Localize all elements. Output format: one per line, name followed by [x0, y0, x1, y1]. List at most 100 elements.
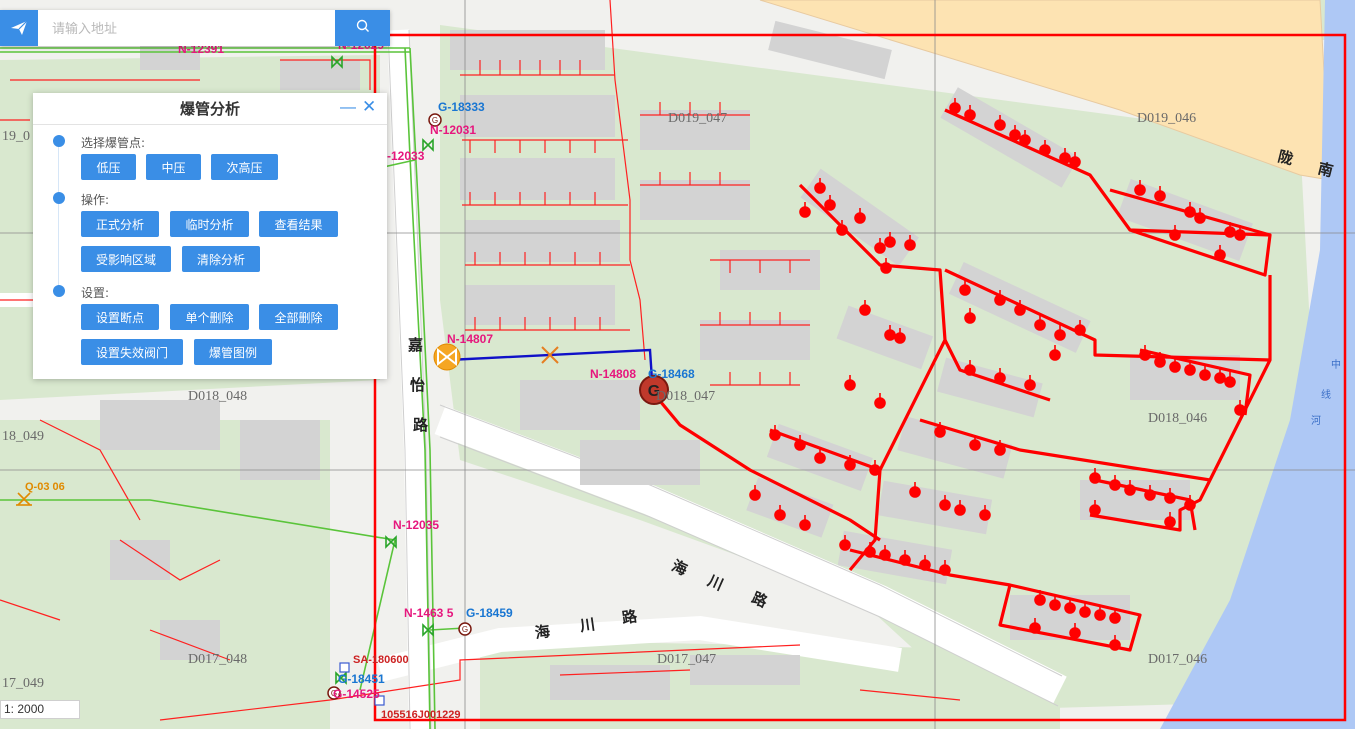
affected-point-icon	[1094, 609, 1106, 621]
affected-point-icon	[1144, 489, 1156, 501]
step-dot-icon	[53, 135, 65, 147]
set-breakpoint-button[interactable]: 设置断点	[81, 304, 159, 330]
affected-point-icon	[1214, 372, 1226, 384]
affected-point-icon	[964, 312, 976, 324]
affected-point-icon	[774, 509, 786, 521]
affected-point-icon	[1184, 206, 1196, 218]
feature-label: 105516J001229	[381, 709, 461, 721]
affected-point-icon	[1184, 499, 1196, 511]
affected-point-icon	[814, 452, 826, 464]
affected-point-icon	[994, 294, 1006, 306]
affected-point-icon	[939, 564, 951, 576]
affected-point-icon	[964, 364, 976, 376]
affected-point-icon	[919, 559, 931, 571]
close-icon[interactable]: ✕	[362, 98, 376, 115]
affected-point-icon	[794, 439, 806, 451]
affected-point-icon	[1164, 492, 1176, 504]
affected-point-icon	[1154, 190, 1166, 202]
search-bar	[0, 10, 390, 46]
closed-valve-icon[interactable]	[433, 343, 461, 371]
affected-point-icon	[844, 379, 856, 391]
feature-label: N-14807	[447, 332, 493, 346]
affected-point-icon	[859, 304, 871, 316]
set-invalid-valve-button[interactable]: 设置失效阀门	[81, 339, 183, 365]
search-button[interactable]	[335, 10, 390, 46]
paper-plane-logo-icon[interactable]	[0, 10, 38, 46]
affected-point-icon	[899, 554, 911, 566]
road-label: 川	[578, 615, 596, 635]
temp-analysis-button[interactable]: 临时分析	[170, 211, 249, 237]
affected-point-icon	[1154, 356, 1166, 368]
affected-point-icon	[1049, 599, 1061, 611]
affected-point-icon	[1034, 594, 1046, 606]
affected-point-icon	[1029, 622, 1041, 634]
affected-point-icon	[949, 102, 961, 114]
step-dot-icon	[53, 285, 65, 297]
affected-point-icon	[1079, 606, 1091, 618]
affected-point-icon	[939, 499, 951, 511]
affected-area-button[interactable]: 受影响区域	[81, 246, 171, 272]
sheet-label: D019_046	[1137, 111, 1196, 126]
feature-label: Q-03 06	[25, 481, 65, 493]
feature-label: N-1463 5	[404, 606, 454, 620]
sheet-label: 18_049	[2, 429, 44, 444]
affected-point-icon	[959, 284, 971, 296]
view-result-button[interactable]: 查看结果	[259, 211, 338, 237]
formal-analysis-button[interactable]: 正式分析	[81, 211, 159, 237]
affected-point-icon	[904, 239, 916, 251]
section-label-select: 选择爆管点:	[81, 136, 146, 150]
affected-point-icon	[1124, 484, 1136, 496]
affected-point-icon	[1184, 364, 1196, 376]
affected-point-icon	[836, 224, 848, 236]
affected-point-icon	[874, 397, 886, 409]
scale-indicator: 1: 2000	[0, 700, 80, 719]
affected-point-icon	[814, 182, 826, 194]
affected-point-icon	[839, 539, 851, 551]
affected-point-icon	[909, 486, 921, 498]
sheet-label: D018_048	[188, 389, 247, 404]
feature-label: G-18459	[466, 606, 513, 620]
affected-point-icon	[1199, 369, 1211, 381]
affected-point-icon	[1064, 602, 1076, 614]
affected-point-icon	[824, 199, 836, 211]
delete-single-button[interactable]: 单个删除	[170, 304, 249, 330]
burst-legend-button[interactable]: 爆管图例	[194, 339, 272, 365]
clear-analysis-button[interactable]: 清除分析	[182, 246, 260, 272]
sheet-label: D018_046	[1148, 411, 1207, 426]
burst-analysis-panel: 爆管分析 — ✕ 选择爆管点: 低压 中压 次高压 操作: 正式分析 临时分析 …	[33, 93, 387, 379]
sheet-label: D019_047	[668, 111, 727, 126]
sheet-label: D017_048	[188, 652, 247, 667]
affected-point-icon	[1134, 184, 1146, 196]
panel-title: 爆管分析	[179, 100, 240, 118]
feature-label: -12033	[387, 149, 425, 163]
affected-point-icon	[880, 262, 892, 274]
low-pressure-button[interactable]: 低压	[81, 154, 136, 180]
affected-point-icon	[994, 444, 1006, 456]
affected-point-icon	[864, 546, 876, 558]
affected-point-icon	[799, 206, 811, 218]
address-search-input[interactable]	[38, 10, 335, 46]
affected-point-icon	[1234, 229, 1246, 241]
affected-point-icon	[749, 489, 761, 501]
road-label: 怡	[410, 376, 425, 394]
affected-point-icon	[769, 429, 781, 441]
mid-pressure-button[interactable]: 中压	[146, 154, 201, 180]
sheet-label: D017_047	[657, 652, 716, 667]
gauge-icon-g18459[interactable]: G	[458, 622, 472, 636]
affected-point-icon	[874, 242, 886, 254]
affected-point-icon	[1109, 639, 1121, 651]
minimize-icon[interactable]: —	[340, 100, 356, 116]
sub-high-pressure-button[interactable]: 次高压	[211, 154, 278, 180]
affected-point-icon	[1139, 349, 1151, 361]
affected-point-icon	[884, 236, 896, 248]
affected-point-icon	[1214, 249, 1226, 261]
affected-point-icon	[1054, 329, 1066, 341]
feature-label: N-14808	[590, 367, 636, 381]
affected-point-icon	[1224, 376, 1236, 388]
feature-label: G-18333	[438, 100, 485, 114]
sheet-label: D018_047	[656, 389, 715, 404]
affected-point-icon	[1049, 349, 1061, 361]
delete-all-button[interactable]: 全部删除	[259, 304, 338, 330]
affected-point-icon	[964, 109, 976, 121]
affected-point-icon	[1089, 472, 1101, 484]
